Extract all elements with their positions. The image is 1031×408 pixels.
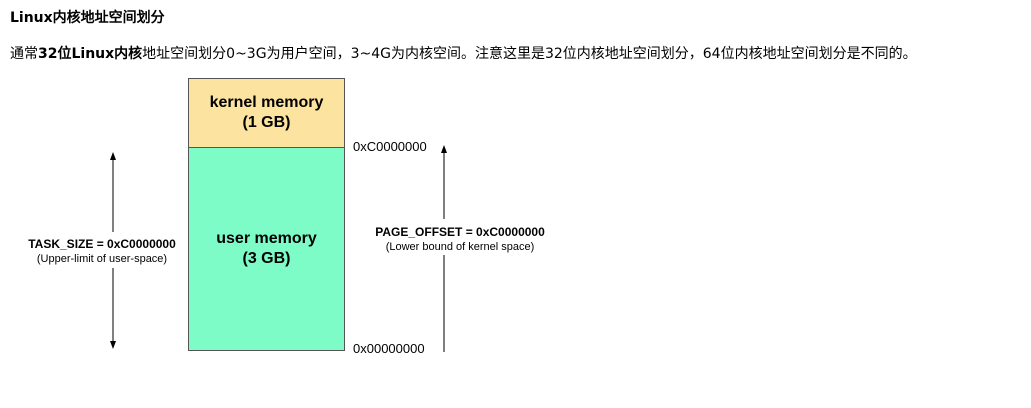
kernel-memory-block: kernel memory (1 GB) [188,78,345,148]
address-bottom-label: 0x00000000 [353,341,425,356]
user-block-label: user memory [216,230,317,247]
task-size-note: (Upper-limit of user-space) [36,253,168,265]
intro-prefix: 通常 [10,46,38,62]
page-offset-label: PAGE_OFFSET = 0xC0000000 [375,225,545,239]
intro-paragraph: 通常32位Linux内核地址空间划分0~3G为用户空间，3~4G为内核空间。注意… [10,43,917,63]
intro-bold: 32位Linux内核 [38,46,143,62]
page-offset-caption: PAGE_OFFSET = 0xC0000000 (Lower bound of… [362,225,558,254]
kernel-block-size: (1 GB) [242,114,291,131]
section-heading: Linux内核地址空间划分 [10,10,165,26]
kernel-block-label: kernel memory [209,94,324,111]
task-size-label: TASK_SIZE = 0xC0000000 [28,237,176,251]
address-top-label: 0xC0000000 [353,139,427,154]
task-size-caption: TASK_SIZE = 0xC0000000 (Upper-limit of u… [16,237,188,266]
intro-rest: 地址空间划分0~3G为用户空间，3~4G为内核空间。注意这里是32位内核地址空间… [142,46,917,62]
page-offset-note: (Lower bound of kernel space) [385,241,535,253]
user-block-size: (3 GB) [242,250,291,267]
user-memory-block: user memory (3 GB) [188,147,345,351]
